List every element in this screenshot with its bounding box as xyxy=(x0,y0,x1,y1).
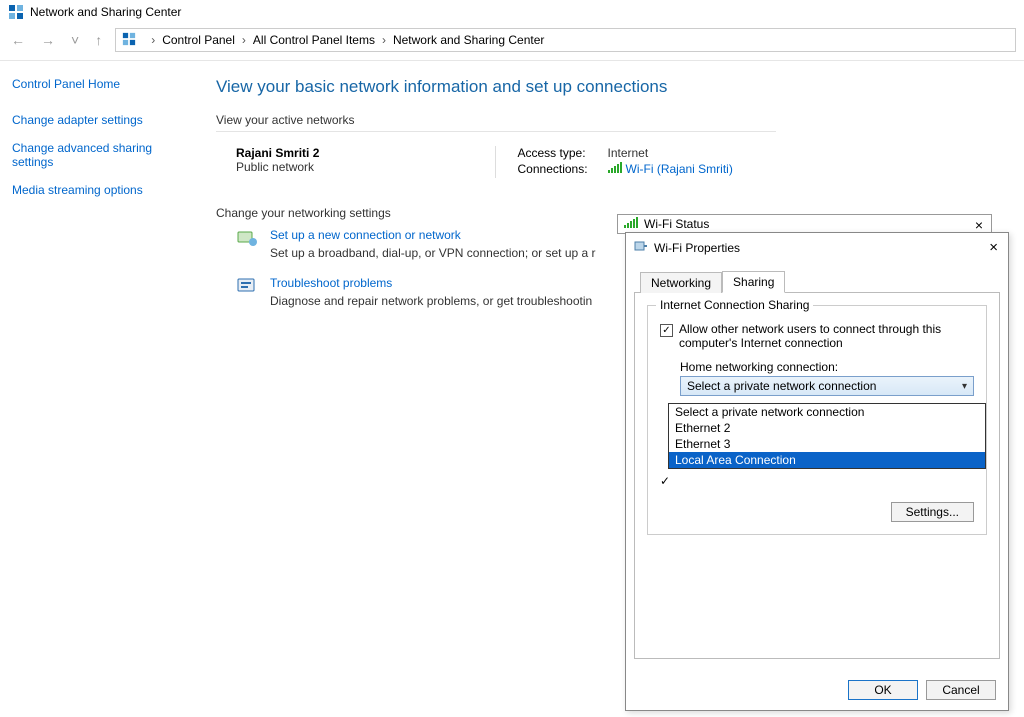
dropdown-option[interactable]: Ethernet 2 xyxy=(669,420,985,436)
home-networking-label: Home networking connection: xyxy=(680,360,974,374)
action-new-connection-link[interactable]: Set up a new connection or network xyxy=(270,228,461,242)
connection-name: Wi-Fi (Rajani Smriti) xyxy=(626,162,733,176)
breadcrumb-item[interactable]: Control Panel xyxy=(162,33,235,47)
connection-link[interactable]: Wi-Fi (Rajani Smriti) xyxy=(608,162,733,176)
action-troubleshoot-desc: Diagnose and repair network problems, or… xyxy=(270,294,592,308)
connections-label: Connections: xyxy=(518,162,608,176)
sidebar: Control Panel Home Change adapter settin… xyxy=(0,61,200,334)
wifi-properties-dialog: Wi-Fi Properties × Networking Sharing In… xyxy=(625,232,1009,711)
access-type-value: Internet xyxy=(608,146,649,160)
tab-panel-sharing: Internet Connection Sharing ✓ Allow othe… xyxy=(634,293,1000,659)
home-networking-dropdown[interactable]: Select a private network connection Ethe… xyxy=(668,403,986,469)
close-icon[interactable]: × xyxy=(989,239,998,256)
dropdown-option[interactable]: Ethernet 3 xyxy=(669,436,985,452)
ics-groupbox: Internet Connection Sharing ✓ Allow othe… xyxy=(647,305,987,535)
dialog-titlebar: Wi-Fi Properties × xyxy=(626,233,1008,262)
sidebar-link-adapter[interactable]: Change adapter settings xyxy=(12,113,188,127)
wifi-status-title: Wi-Fi Status xyxy=(644,217,709,231)
forward-button[interactable]: → xyxy=(38,32,58,48)
allow-sharing-checkbox[interactable]: ✓ xyxy=(660,324,673,337)
access-type-label: Access type: xyxy=(518,146,608,160)
network-name: Rajani Smriti 2 xyxy=(236,146,495,160)
chevron-right-icon: › xyxy=(148,33,158,47)
chevron-right-icon: › xyxy=(239,33,249,47)
active-network-row: Rajani Smriti 2 Public network Access ty… xyxy=(216,140,776,196)
sidebar-link-media-streaming[interactable]: Media streaming options xyxy=(12,183,188,197)
up-button[interactable]: ↑ xyxy=(92,32,105,48)
dropdown-option[interactable]: Select a private network connection xyxy=(669,404,985,420)
address-bar: ← → ˅ ↑ › Control Panel › All Control Pa… xyxy=(0,24,1024,61)
dropdown-option-selected[interactable]: Local Area Connection xyxy=(669,452,985,468)
tab-strip: Networking Sharing xyxy=(634,270,1000,293)
action-new-connection-desc: Set up a broadband, dial-up, or VPN conn… xyxy=(270,246,596,260)
control-panel-home-link[interactable]: Control Panel Home xyxy=(12,77,188,91)
network-type: Public network xyxy=(236,160,495,174)
wifi-signal-icon xyxy=(608,162,622,176)
breadcrumb-item[interactable]: Network and Sharing Center xyxy=(393,33,544,47)
wifi-signal-icon xyxy=(624,217,638,231)
back-button[interactable]: ← xyxy=(8,32,28,48)
dialog-title: Wi-Fi Properties xyxy=(654,241,740,255)
control-panel-icon xyxy=(122,32,138,48)
allow-control-checkbox[interactable]: ✓ xyxy=(660,474,670,488)
home-networking-combo[interactable]: Select a private network connection ▾ xyxy=(680,376,974,396)
breadcrumb[interactable]: › Control Panel › All Control Panel Item… xyxy=(115,28,1016,52)
allow-sharing-label: Allow other network users to connect thr… xyxy=(679,322,974,350)
active-networks-heading: View your active networks xyxy=(216,113,776,132)
control-panel-icon xyxy=(8,4,24,20)
action-troubleshoot-link[interactable]: Troubleshoot problems xyxy=(270,276,392,290)
ok-button[interactable]: OK xyxy=(848,680,918,700)
settings-button[interactable]: Settings... xyxy=(891,502,974,522)
chevron-down-icon: ▾ xyxy=(962,381,967,392)
wifi-status-window: Wi-Fi Status × xyxy=(617,214,992,234)
window-titlebar: Network and Sharing Center xyxy=(0,0,1024,24)
combo-value: Select a private network connection xyxy=(687,379,876,393)
adapter-icon xyxy=(634,239,648,256)
tab-networking[interactable]: Networking xyxy=(640,272,722,293)
new-connection-icon xyxy=(236,228,258,250)
groupbox-title: Internet Connection Sharing xyxy=(656,298,813,312)
chevron-right-icon: › xyxy=(379,33,389,47)
page-title: View your basic network information and … xyxy=(216,77,1014,97)
breadcrumb-item[interactable]: All Control Panel Items xyxy=(253,33,375,47)
recent-dropdown[interactable]: ˅ xyxy=(68,32,82,48)
cancel-button[interactable]: Cancel xyxy=(926,680,996,700)
sidebar-link-advanced-sharing[interactable]: Change advanced sharing settings xyxy=(12,141,188,169)
tab-sharing[interactable]: Sharing xyxy=(722,271,785,293)
window-title: Network and Sharing Center xyxy=(30,5,181,19)
close-icon[interactable]: × xyxy=(975,217,983,233)
dialog-footer: OK Cancel xyxy=(626,670,1008,710)
troubleshoot-icon xyxy=(236,276,258,298)
